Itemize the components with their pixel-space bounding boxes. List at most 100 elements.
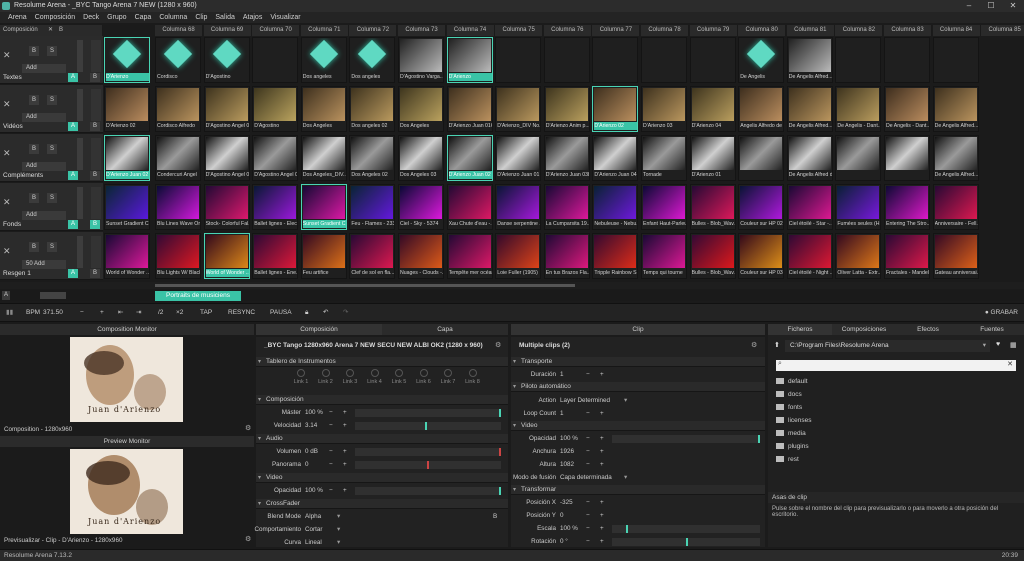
menu-clip[interactable]: Clip [191, 12, 211, 23]
clip-opacity-slider[interactable] [612, 435, 760, 443]
dashboard-link-6[interactable]: Link 6 [413, 369, 435, 385]
clip-cell[interactable]: Dos Angeles 03 [398, 135, 444, 181]
clip-cell[interactable]: D'Arienzo Anim p... [543, 86, 590, 132]
layer-volume-fader[interactable] [91, 40, 101, 72]
nudge-left-button[interactable]: ⇤ [118, 308, 123, 318]
clip-cell[interactable]: Feu - Flames - 2336 [349, 184, 396, 230]
layer-bypass-button[interactable]: B [29, 46, 39, 56]
layer-add-select[interactable]: Add [22, 113, 66, 122]
folder-licenses[interactable]: licenses [776, 416, 811, 426]
up-arrow-icon[interactable]: ⬆ [774, 341, 780, 349]
preview-monitor-gear-icon[interactable]: ⚙ [245, 535, 251, 543]
path-select[interactable]: C:\Program Files\Resolume Arena ▾ [785, 340, 990, 352]
layer-b-button[interactable]: B [90, 73, 100, 82]
folder-default[interactable]: default [776, 377, 808, 387]
clip-cell[interactable]: Danse serpentine ... [495, 184, 542, 230]
scale-slider[interactable] [612, 525, 760, 533]
clip-cell[interactable] [252, 37, 299, 83]
clip-cell[interactable]: Dos Angeles [300, 86, 347, 132]
column-header-72[interactable]: Columna 72 [349, 25, 398, 36]
layer-bypass-button[interactable]: B [29, 144, 39, 154]
clip-cell[interactable]: D'Agostino Angel 01 [203, 135, 250, 181]
bpm-value[interactable]: 371.50 [43, 308, 63, 318]
layer-name[interactable]: Vidéos [3, 123, 23, 130]
column-header-82[interactable]: Columna 82 [835, 25, 884, 36]
section-audio[interactable]: Audio [256, 434, 508, 444]
tab-composiciones[interactable]: Composiciones [832, 324, 896, 335]
action-select[interactable]: Layer Determined [560, 397, 610, 404]
clip-cell[interactable]: D'Arienzo_DIV No... [495, 86, 542, 132]
layer-opacity-fader[interactable] [77, 40, 83, 72]
column-header-76[interactable]: Columna 76 [543, 25, 592, 36]
bpm-plus-button[interactable]: + [100, 308, 104, 318]
clip-gear-icon[interactable]: ⚙ [751, 341, 757, 349]
section-transport[interactable]: Transporte [511, 357, 765, 367]
layer-add-select[interactable]: 50 Add [22, 260, 66, 269]
curve-select[interactable]: Lineal [305, 539, 322, 546]
volume-slider[interactable] [355, 448, 501, 456]
bpm-div2-button[interactable]: /2 [158, 308, 163, 318]
browser-search-input[interactable]: ⌕ ✕ [776, 360, 1016, 371]
layer-opacity-fader[interactable] [77, 236, 83, 268]
bpm-minus-button[interactable]: − [80, 308, 84, 318]
tab-efectos[interactable]: Efectos [896, 324, 960, 335]
section-clip-video[interactable]: Video [511, 421, 765, 431]
layer-b-button[interactable]: B [90, 269, 100, 278]
clip-cell[interactable]: D'Arienzo Juan 02 [104, 135, 150, 181]
clip-cell[interactable]: Dos Angeles_DIV... [300, 135, 347, 181]
clip-cell[interactable]: D'Arienzo 03 [641, 86, 687, 132]
deck-tab-portraits[interactable]: Portraits de musiciens [155, 291, 241, 301]
section-crossfader[interactable]: CrossFader [256, 499, 508, 509]
preview-monitor-view[interactable]: Juan d'Arienzo [70, 449, 183, 534]
composition-clear-button[interactable]: ✕ [48, 25, 53, 36]
column-header-70[interactable]: Columna 70 [252, 25, 301, 36]
clip-cell[interactable]: Dos angeles 02 [349, 86, 396, 132]
clip-cell[interactable]: D'Arienzo [104, 37, 150, 83]
pan-slider[interactable] [355, 461, 501, 469]
composition-monitor-view[interactable]: Juan d'Arienzo [70, 337, 183, 422]
menu-atajos[interactable]: Atajos [239, 12, 266, 23]
search-clear-icon[interactable]: ✕ [1007, 360, 1013, 368]
column-header-77[interactable]: Columna 77 [592, 25, 641, 36]
menu-salida[interactable]: Salida [211, 12, 238, 23]
clip-cell[interactable]: Dos Angeles 02 [349, 135, 396, 181]
layer-bypass-button[interactable]: B [29, 95, 39, 105]
layer-volume-fader[interactable] [91, 138, 101, 170]
column-header-78[interactable]: Columna 78 [641, 25, 689, 36]
clip-cell[interactable]: D'Arienzo Juan 02 [446, 135, 493, 181]
column-header-69[interactable]: Columna 69 [203, 25, 252, 36]
clip-cell[interactable]: Clef de sol en fla... [349, 233, 396, 279]
clip-cell[interactable]: Angelis Alfredo de [738, 86, 785, 132]
composition-bypass-button[interactable]: B [59, 25, 63, 36]
clip-cell[interactable] [592, 37, 639, 83]
layer-b-button[interactable]: B [90, 122, 100, 131]
dashboard-link-1[interactable]: Link 1 [290, 369, 312, 385]
layer-clear-icon[interactable]: ✕ [3, 50, 11, 61]
layer-solo-button[interactable]: S [47, 193, 57, 203]
column-header-83[interactable]: Columna 83 [884, 25, 932, 36]
clip-cell[interactable]: Ciel étoilé - Night ... [786, 233, 833, 279]
blend-mode-select[interactable]: Alpha [305, 513, 321, 520]
rotation-slider[interactable] [612, 538, 760, 546]
undo-icon[interactable]: ↶ [323, 308, 328, 318]
clip-cell[interactable]: De Angelis [738, 37, 785, 83]
grid-view-icon[interactable]: ▦ [1010, 341, 1017, 349]
clip-cell[interactable] [884, 37, 930, 83]
layer-solo-button[interactable]: S [47, 242, 57, 252]
bpm-mul2-button[interactable]: ×2 [176, 308, 183, 318]
layer-clear-icon[interactable]: ✕ [3, 99, 11, 110]
maximize-button[interactable]: ☐ [980, 0, 1002, 12]
layer-opacity-fader[interactable] [77, 138, 83, 170]
metronome-icon[interactable]: ▮▮ [6, 308, 13, 318]
layer-clear-icon[interactable]: ✕ [3, 246, 11, 257]
lock-icon[interactable]: 🔒︎ [305, 308, 308, 318]
dashboard-link-8[interactable]: Link 8 [462, 369, 484, 385]
clip-cell[interactable]: De Angelis Alfred... [932, 86, 979, 132]
folder-plugins[interactable]: plugins [776, 442, 809, 452]
dashboard-link-7[interactable]: Link 7 [437, 369, 459, 385]
clip-cell[interactable]: Tempête mer océan [446, 233, 493, 279]
menu-grupo[interactable]: Grupo [103, 12, 130, 23]
tab-composicion[interactable]: Composición [256, 324, 382, 335]
clip-cell[interactable]: Dos angeles [300, 37, 347, 83]
column-header-75[interactable]: Columna 75 [495, 25, 544, 36]
